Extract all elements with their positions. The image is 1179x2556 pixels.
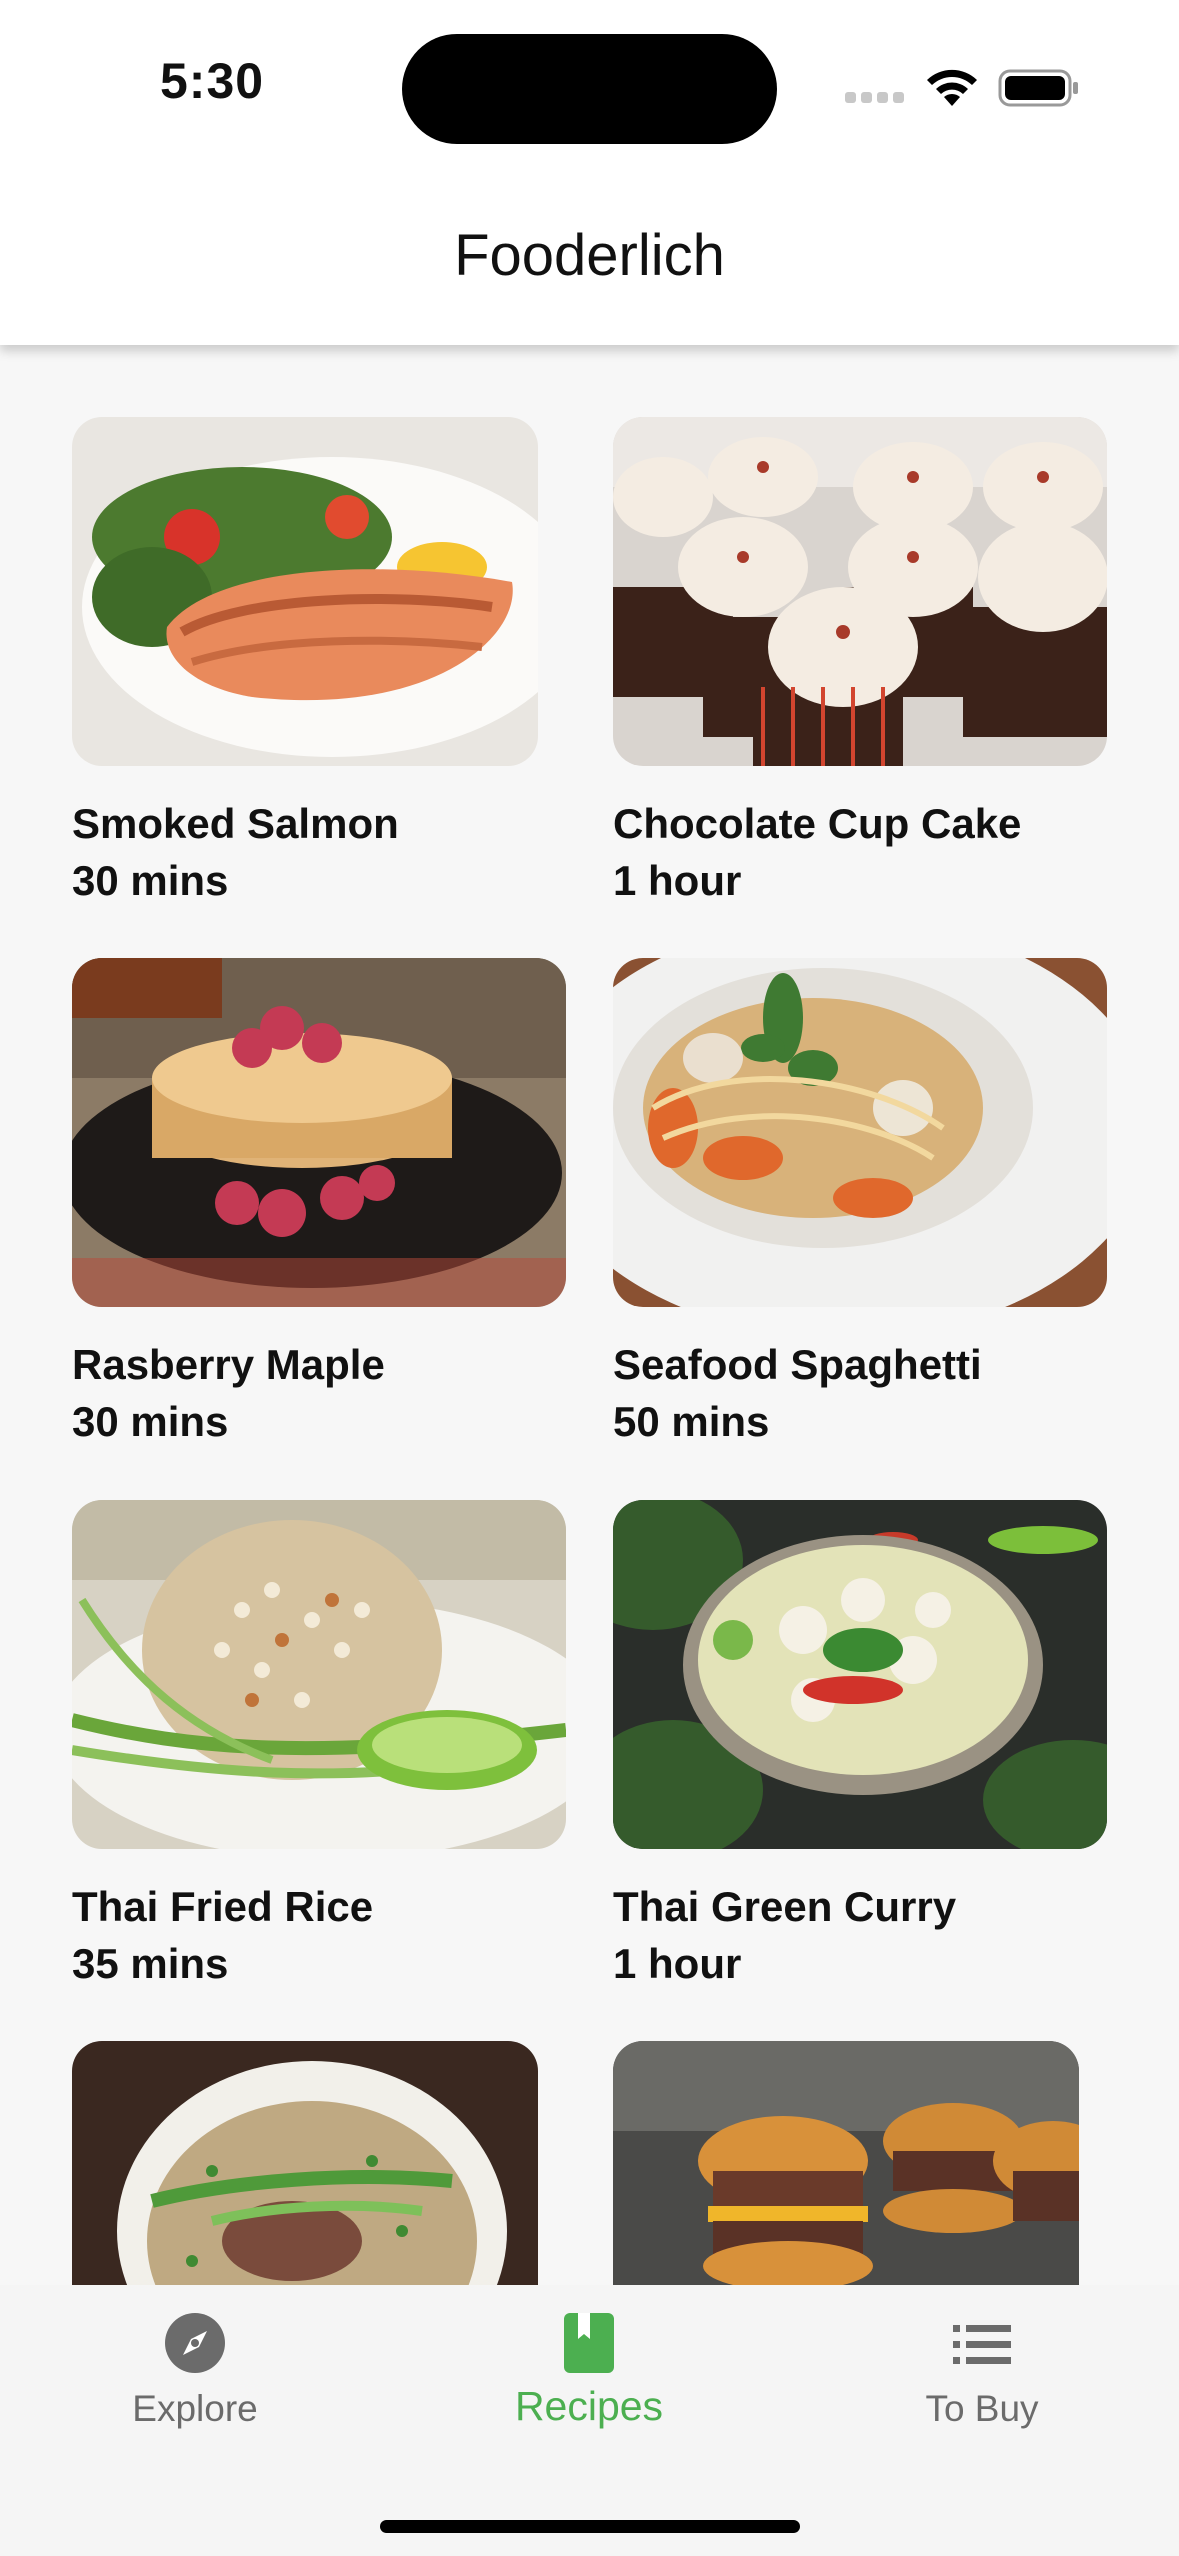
recipe-duration: 1 hour: [613, 1940, 742, 1987]
tab-explore[interactable]: Explore: [95, 2285, 295, 2485]
bottom-tab-bar: Explore Recipes To Buy: [0, 2285, 1179, 2556]
recipe-duration: 50 mins: [613, 1398, 770, 1445]
recipe-duration: 1 hour: [613, 857, 742, 904]
tab-label: Recipes: [514, 2383, 664, 2429]
tab-to-buy[interactable]: To Buy: [882, 2285, 1082, 2485]
list-icon: [953, 2325, 1011, 2364]
recipe-photo: [613, 958, 1107, 1307]
app-bar: 5:30 Fooderlich: [0, 0, 1179, 345]
recipe-duration: 35 mins: [72, 1940, 229, 1987]
recipe-photo: [72, 1500, 566, 1849]
battery-icon: [998, 69, 1078, 107]
compass-icon: [165, 2313, 225, 2373]
home-indicator[interactable]: [380, 2520, 800, 2533]
recipe-photo: [72, 958, 566, 1307]
recipe-title: Chocolate Cup Cake: [613, 800, 1022, 847]
recipe-title: Thai Green Curry: [613, 1883, 957, 1930]
recipe-duration: 30 mins: [72, 857, 229, 904]
recipe-title: Thai Fried Rice: [72, 1883, 374, 1930]
tab-label: Explore: [132, 2388, 258, 2429]
recipe-photo: [613, 1500, 1107, 1849]
recipe-duration: 30 mins: [72, 1398, 229, 1445]
recipe-title: Seafood Spaghetti: [613, 1341, 982, 1388]
tab-recipes[interactable]: Recipes: [489, 2285, 689, 2485]
cellular-signal-icon: [845, 92, 905, 104]
recipe-title: Rasberry Maple: [72, 1341, 385, 1388]
app-title: Fooderlich: [454, 223, 725, 288]
recipe-photo: [72, 417, 538, 766]
dynamic-island: [402, 34, 777, 144]
tab-label: To Buy: [925, 2388, 1039, 2429]
recipe-photo: [613, 417, 1107, 766]
book-icon: [564, 2313, 614, 2373]
status-time: 5:30: [160, 53, 265, 109]
recipe-title: Smoked Salmon: [72, 800, 399, 847]
wifi-icon: [927, 69, 977, 106]
